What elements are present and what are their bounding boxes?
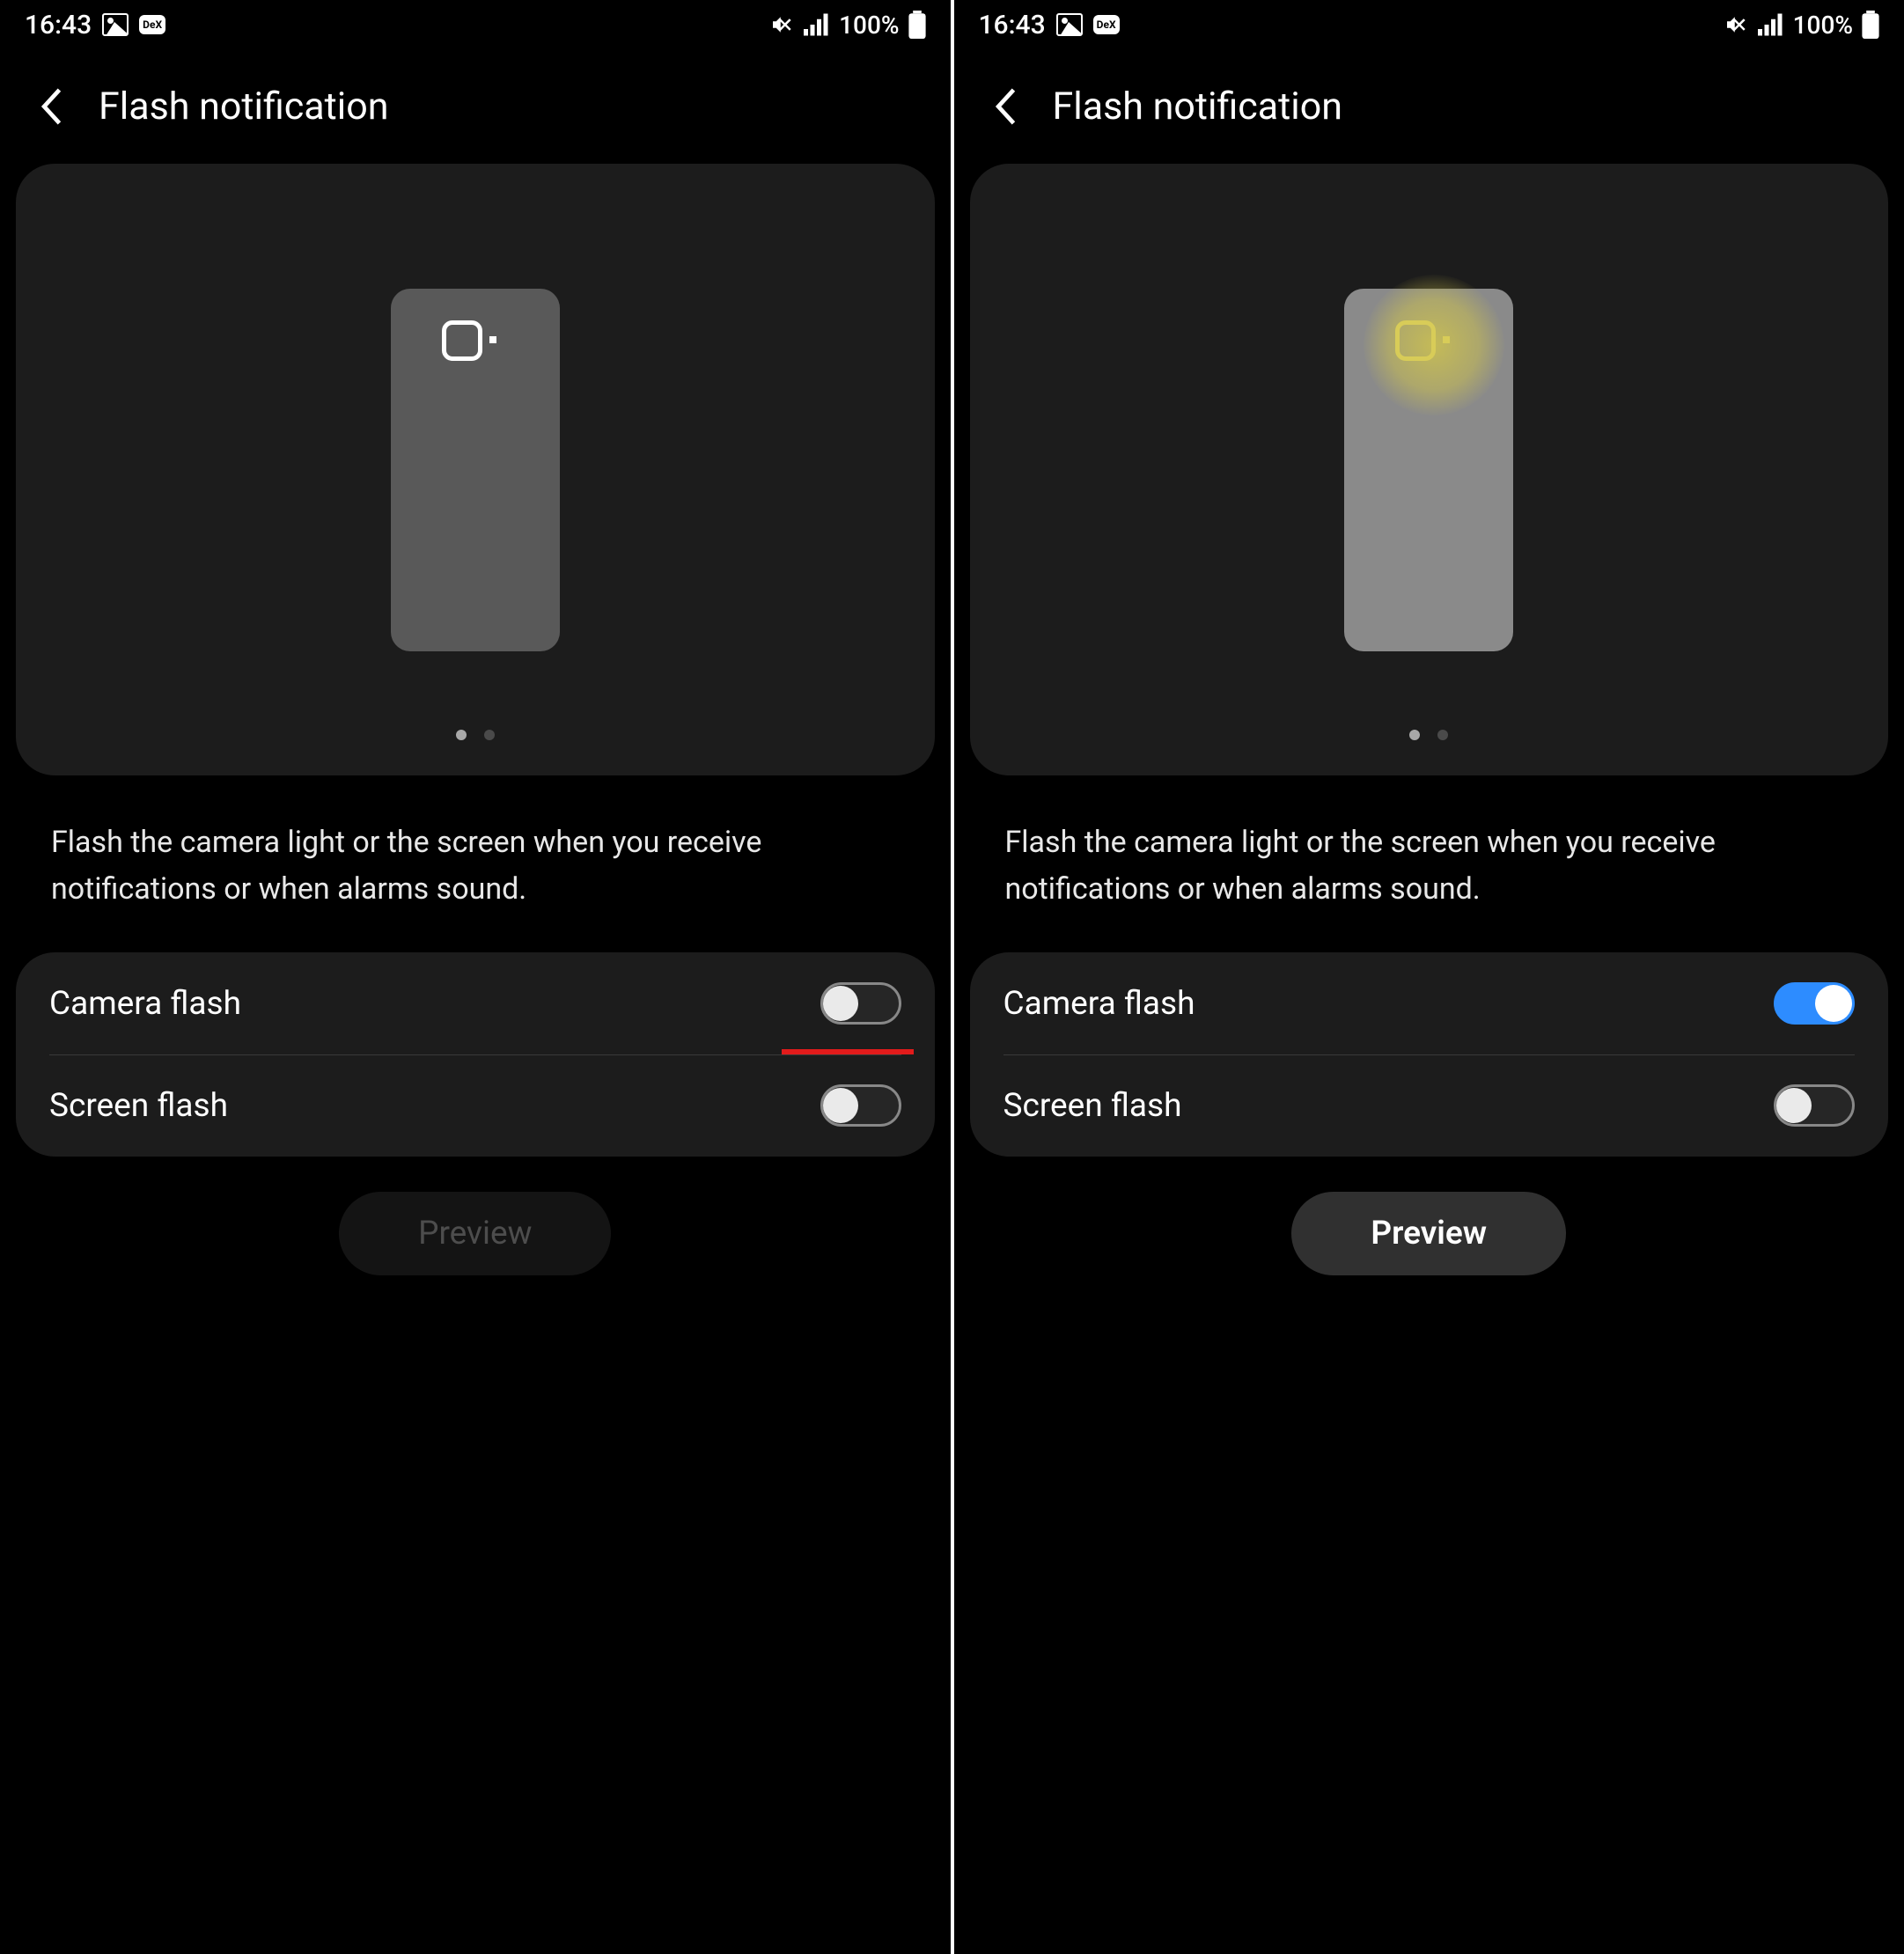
toggle-knob [823, 986, 858, 1021]
gallery-icon [1056, 13, 1083, 36]
preview-button: Preview [339, 1192, 611, 1275]
screen-flash-row[interactable]: Screen flash [16, 1054, 935, 1157]
screen-flash-label: Screen flash [49, 1087, 228, 1125]
signal-icon [1758, 13, 1784, 36]
battery-percent: 100% [839, 11, 899, 40]
camera-module-icon [1395, 320, 1436, 361]
camera-module-icon [442, 320, 482, 361]
camera-flash-toggle[interactable] [1774, 982, 1855, 1025]
screen-flash-row[interactable]: Screen flash [970, 1054, 1889, 1157]
pager [1409, 730, 1448, 740]
page-title: Flash notification [99, 84, 388, 129]
pager [456, 730, 495, 740]
status-time: 16:43 [25, 10, 92, 40]
battery-icon [908, 11, 926, 39]
camera-led-icon [1443, 336, 1450, 343]
camera-flash-toggle[interactable] [820, 982, 901, 1025]
preview-button-wrap: Preview [0, 1157, 951, 1311]
camera-flash-row[interactable]: Camera flash [970, 952, 1889, 1054]
preview-card[interactable] [970, 164, 1889, 775]
back-button[interactable] [984, 85, 1026, 128]
toggle-knob [823, 1088, 858, 1123]
page-title: Flash notification [1053, 84, 1342, 129]
battery-icon [1862, 11, 1879, 39]
screen: 16:43 DeX 100% Flash notification [954, 0, 1904, 1954]
dex-icon: DeX [139, 15, 165, 34]
status-time: 16:43 [979, 10, 1046, 40]
settings-list: Camera flash Screen flash [16, 952, 935, 1157]
preview-button-wrap: Preview [954, 1157, 1904, 1311]
preview-button-label: Preview [1371, 1215, 1487, 1252]
preview-button-label: Preview [418, 1215, 532, 1252]
mute-icon [768, 11, 795, 38]
camera-flash-label: Camera flash [1003, 985, 1195, 1023]
battery-percent: 100% [1793, 11, 1853, 40]
phone-back-illustration [1344, 289, 1513, 651]
screen-flash-label: Screen flash [1003, 1087, 1182, 1125]
screen-flash-toggle[interactable] [1774, 1084, 1855, 1127]
settings-list: Camera flash Screen flash [970, 952, 1889, 1157]
pager-dot[interactable] [484, 730, 495, 740]
dex-icon: DeX [1093, 15, 1120, 34]
header: Flash notification [954, 49, 1904, 164]
status-bar: 16:43 DeX 100% [954, 0, 1904, 49]
toggle-knob [1815, 985, 1852, 1022]
mute-icon [1723, 11, 1749, 38]
camera-flash-label: Camera flash [49, 985, 241, 1023]
gallery-icon [102, 13, 129, 36]
description-text: Flash the camera light or the screen whe… [954, 775, 1904, 947]
preview-card[interactable] [16, 164, 935, 775]
pager-dot[interactable] [1437, 730, 1448, 740]
pager-dot[interactable] [456, 730, 467, 740]
back-button[interactable] [30, 85, 72, 128]
pager-dot[interactable] [1409, 730, 1420, 740]
preview-button[interactable]: Preview [1291, 1192, 1566, 1275]
screen: 16:43 DeX 100% Flash notification [0, 0, 951, 1954]
status-bar: 16:43 DeX 100% [0, 0, 951, 49]
toggle-knob [1776, 1088, 1812, 1123]
signal-icon [804, 13, 830, 36]
camera-led-icon [489, 336, 496, 343]
description-text: Flash the camera light or the screen whe… [0, 775, 951, 947]
screen-flash-toggle[interactable] [820, 1084, 901, 1127]
header: Flash notification [0, 49, 951, 164]
camera-flash-row[interactable]: Camera flash [16, 952, 935, 1054]
phone-back-illustration [391, 289, 560, 651]
